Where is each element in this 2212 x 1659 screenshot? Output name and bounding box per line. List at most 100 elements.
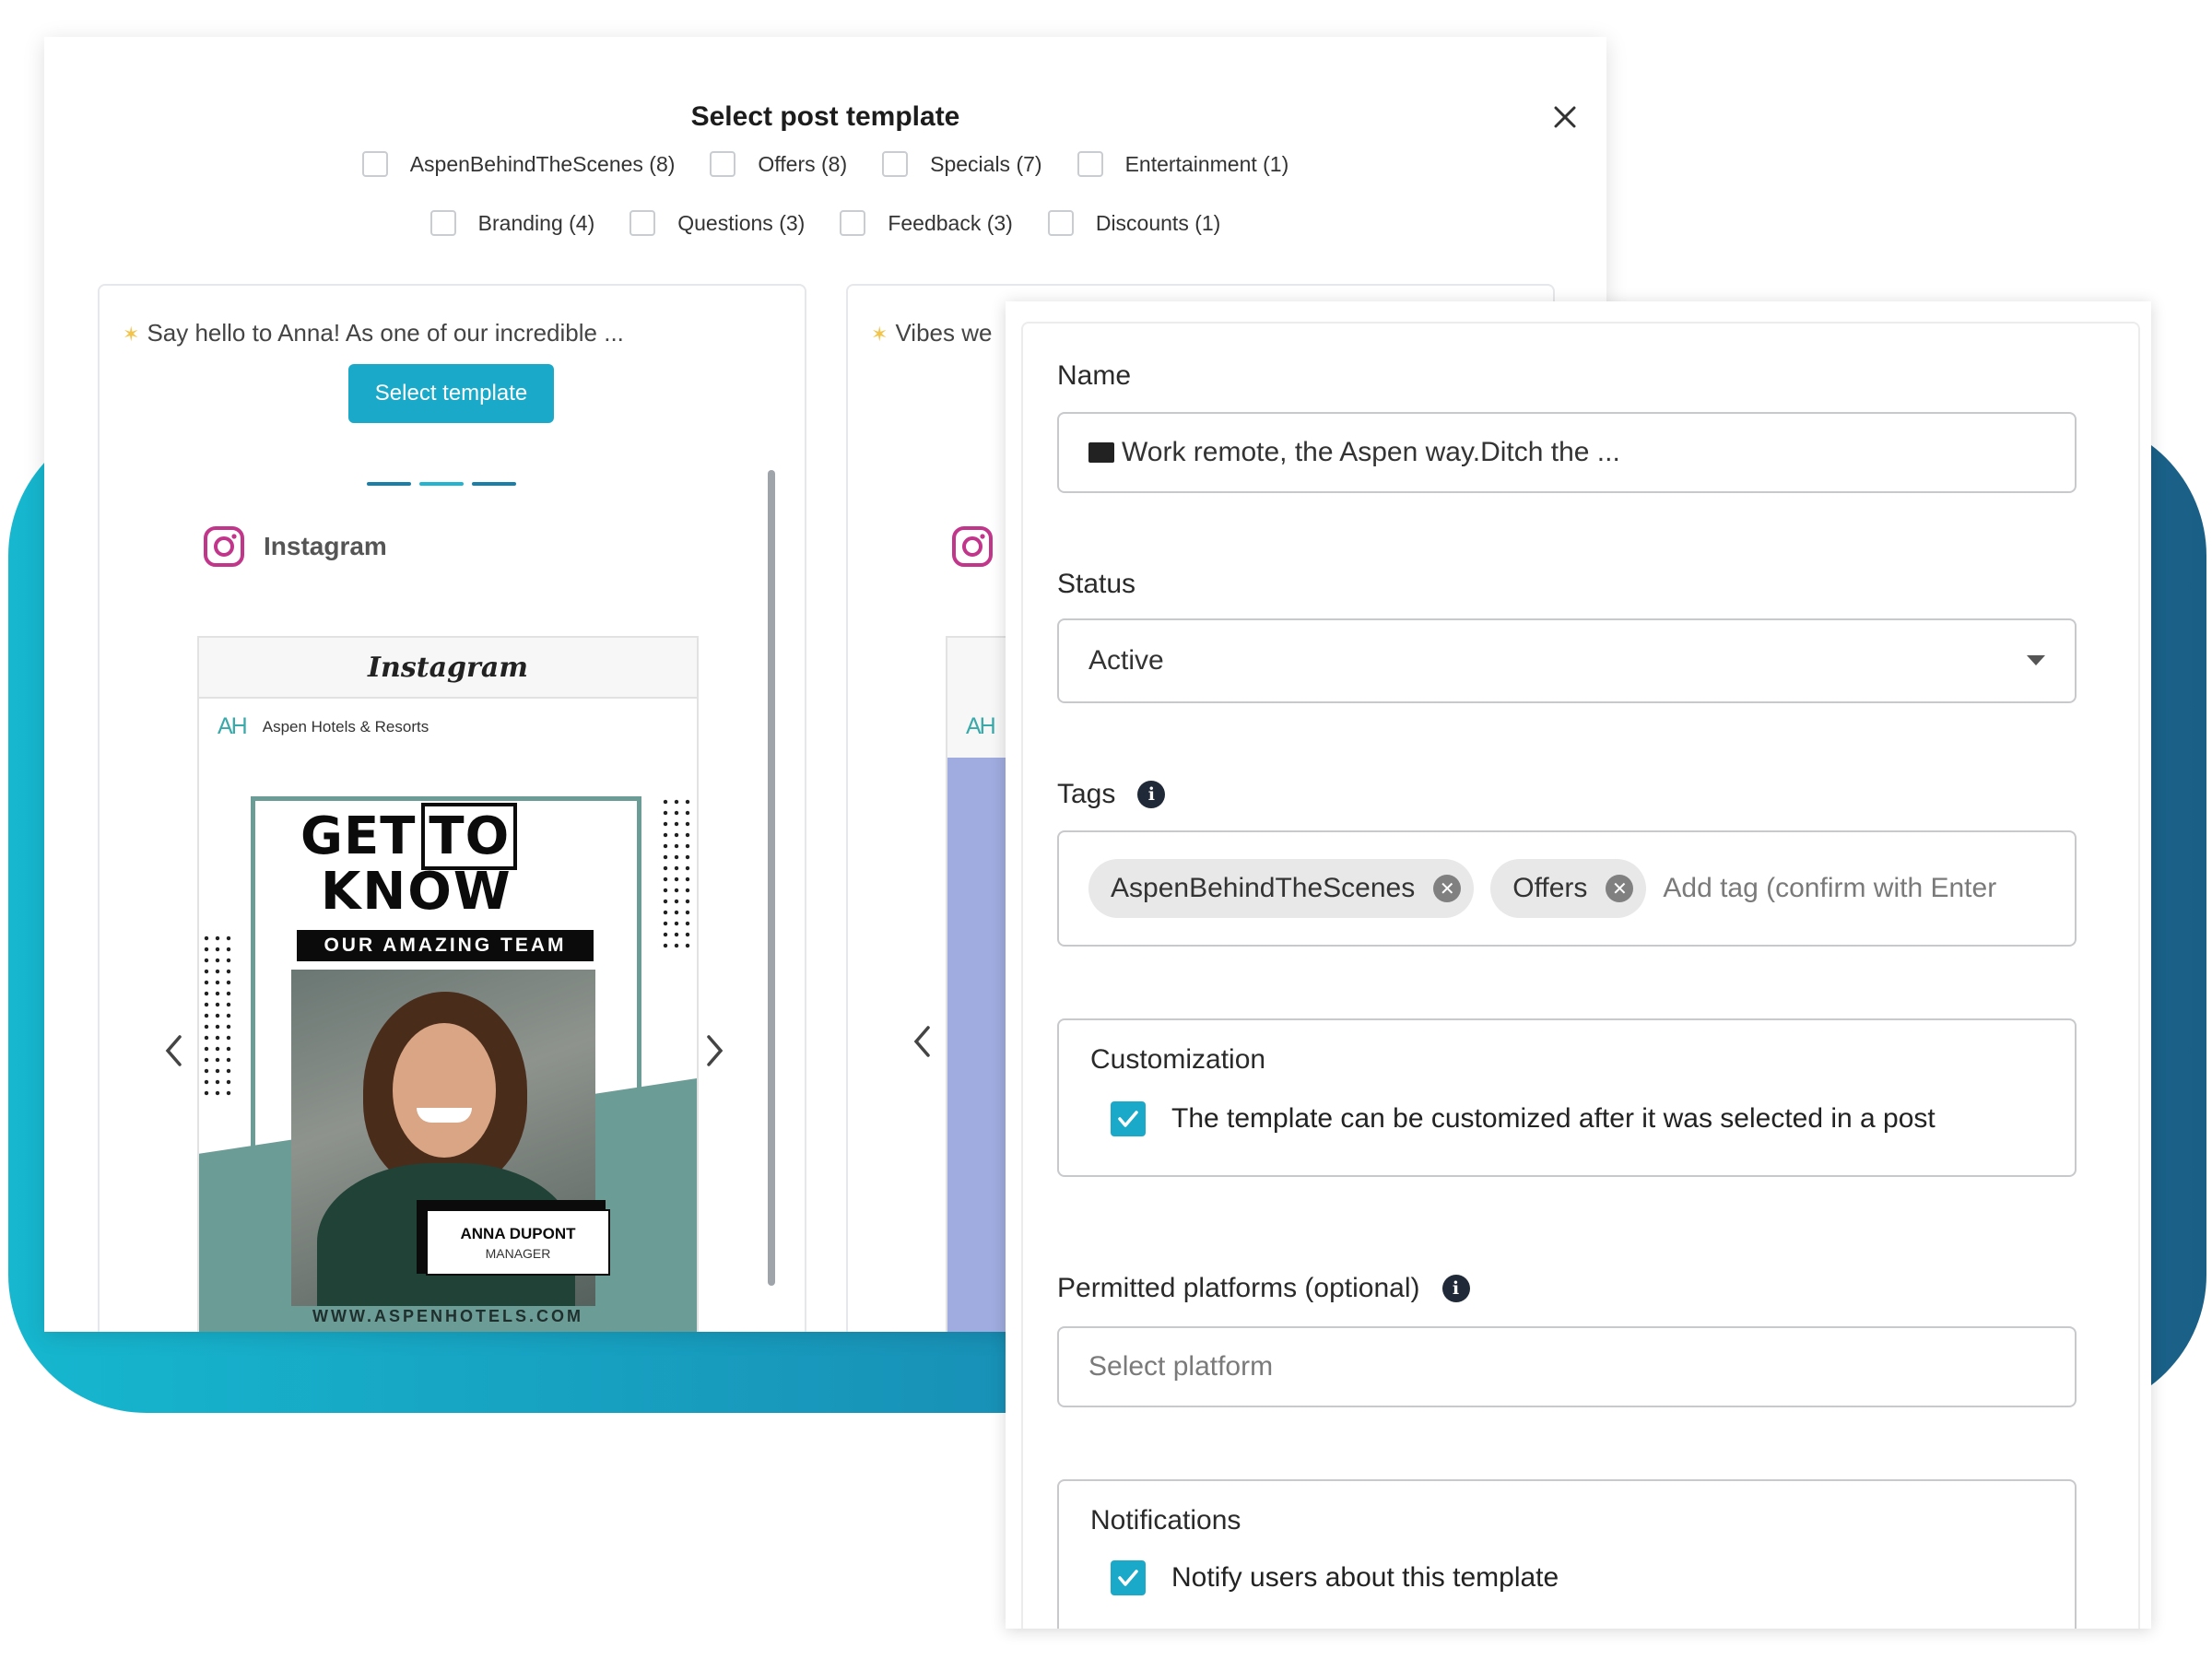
checkbox[interactable]	[882, 151, 909, 177]
account-logo: AH	[218, 713, 248, 739]
checkbox[interactable]	[1047, 210, 1074, 236]
customization-section: Customization The template can be custom…	[1057, 1018, 2077, 1177]
notifications-legend: Notifications	[1090, 1505, 1241, 1535]
platform-placeholder: Select platform	[1088, 1351, 1274, 1382]
platforms-label: Permitted platforms (optional) i	[1057, 1273, 1470, 1304]
dot-pattern	[660, 796, 695, 953]
remove-tag-icon[interactable]: ✕	[1606, 875, 1634, 902]
tags-label-text: Tags	[1057, 779, 1116, 809]
post-preview-header: Instagram	[199, 638, 697, 699]
filter-feedback[interactable]: Feedback (3)	[840, 210, 1013, 236]
status-value: Active	[1088, 645, 1164, 676]
chevron-right-icon[interactable]	[700, 1032, 728, 1069]
account-logo: AH	[966, 713, 996, 739]
name-input[interactable]: Work remote, the Aspen way.Ditch the ...	[1057, 412, 2077, 493]
filter-label: Offers (8)	[758, 151, 848, 176]
caption-text: Vibes we	[895, 319, 993, 347]
tag-input-placeholder[interactable]: Add tag (confirm with Enter	[1663, 873, 1996, 904]
name-label-text: Name	[1057, 360, 1132, 391]
filter-label: AspenBehindTheScenes (8)	[409, 151, 676, 176]
customization-checkbox[interactable]	[1111, 1101, 1146, 1136]
modal-title: Select post template	[690, 101, 960, 132]
sparkle-icon: ✶	[871, 323, 888, 346]
status-label-text: Status	[1057, 569, 1136, 599]
filter-branding[interactable]: Branding (4)	[429, 210, 595, 236]
platform-select[interactable]: Select platform	[1057, 1326, 2077, 1407]
filter-label: Entertainment (1)	[1124, 151, 1289, 176]
heading-word-boxed: TO	[421, 803, 518, 870]
filter-questions[interactable]: Questions (3)	[629, 210, 805, 236]
instagram-icon	[204, 526, 244, 567]
post-subheading: OUR AMAZING TEAM	[297, 930, 594, 961]
filter-entertainment[interactable]: Entertainment (1)	[1077, 151, 1289, 177]
template-caption: ✶ Vibes we	[871, 319, 992, 347]
checkbox[interactable]	[1077, 151, 1103, 177]
tag-chip-label: Offers	[1512, 873, 1588, 903]
card-scrollbar[interactable]	[768, 470, 775, 1286]
name-badge: ANNA DUPONT MANAGER	[426, 1209, 610, 1276]
chevron-left-icon[interactable]	[160, 1032, 188, 1069]
filter-label: Feedback (3)	[888, 210, 1013, 235]
carousel-dash[interactable]	[367, 482, 411, 486]
checkbox[interactable]	[710, 151, 736, 177]
dot-pattern	[201, 933, 236, 1099]
post-url: WWW.ASPENHOTELS.COM	[312, 1307, 583, 1325]
name-label: Name	[1057, 360, 1131, 392]
post-heading: GET TO	[300, 803, 518, 870]
checkbox[interactable]	[361, 151, 388, 177]
chevron-left-icon[interactable]	[909, 1023, 936, 1060]
filter-discounts[interactable]: Discounts (1)	[1047, 210, 1220, 236]
tag-filter-row: Branding (4) Questions (3) Feedback (3) …	[44, 210, 1606, 236]
filter-label: Questions (3)	[677, 210, 806, 235]
instagram-icon	[952, 526, 993, 567]
post-account: AH Aspen Hotels & Resorts	[218, 713, 429, 740]
name-input-value: Work remote, the Aspen way.Ditch the ...	[1122, 437, 1620, 467]
caption-text: Say hello to Anna! As one of our incredi…	[147, 319, 624, 347]
customization-checkbox-row[interactable]: The template can be customized after it …	[1111, 1101, 1936, 1136]
tags-label: Tags i	[1057, 779, 1166, 810]
filter-specials[interactable]: Specials (7)	[882, 151, 1042, 177]
carousel-dash[interactable]	[472, 482, 516, 486]
instagram-wordmark: Instagram	[368, 651, 528, 684]
info-icon[interactable]: i	[1441, 1275, 1470, 1302]
filter-offers[interactable]: Offers (8)	[710, 151, 847, 177]
platforms-label-text: Permitted platforms (optional)	[1057, 1273, 1420, 1303]
status-select[interactable]: Active	[1057, 618, 2077, 703]
tags-input[interactable]: AspenBehindTheScenes ✕ Offers ✕ Add tag …	[1057, 830, 2077, 947]
platform-header: Instagram	[203, 525, 387, 568]
filter-aspenbehindthescenes[interactable]: AspenBehindTheScenes (8)	[361, 151, 676, 177]
template-caption: ✶ Say hello to Anna! As one of our incred…	[123, 319, 624, 347]
photo-face	[393, 1023, 496, 1158]
carousel-indicator[interactable]	[367, 482, 516, 486]
notifications-text: Notify users about this template	[1171, 1562, 1559, 1593]
tag-chip[interactable]: AspenBehindTheScenes ✕	[1088, 859, 1475, 918]
template-form: Name Work remote, the Aspen way.Ditch th…	[1021, 322, 2140, 1629]
carousel-dash[interactable]	[419, 482, 464, 486]
account-name: Aspen Hotels & Resorts	[262, 717, 429, 735]
tag-chip-label: AspenBehindTheScenes	[1111, 873, 1416, 903]
heading-word: GET	[300, 806, 417, 866]
checkmark-icon	[1118, 1570, 1138, 1586]
filter-label: Branding (4)	[477, 210, 595, 235]
photo-smile	[417, 1108, 472, 1123]
checkbox[interactable]	[429, 210, 456, 236]
platform-label: Instagram	[264, 532, 387, 560]
checkbox[interactable]	[629, 210, 656, 236]
filter-label: Specials (7)	[930, 151, 1042, 176]
remove-tag-icon[interactable]: ✕	[1433, 875, 1462, 902]
customization-legend: Customization	[1090, 1044, 1266, 1075]
checkbox[interactable]	[840, 210, 866, 236]
checkmark-icon	[1118, 1111, 1138, 1127]
notifications-checkbox-row[interactable]: Notify users about this template	[1111, 1560, 1559, 1595]
tag-chip[interactable]: Offers ✕	[1490, 859, 1647, 918]
info-icon[interactable]: i	[1137, 781, 1166, 808]
status-label: Status	[1057, 569, 1135, 600]
template-edit-panel: Name Work remote, the Aspen way.Ditch th…	[1006, 301, 2151, 1629]
instagram-post-preview: Instagram AH Aspen Hotels & Resorts GET T…	[197, 636, 699, 1332]
close-icon[interactable]	[1551, 103, 1579, 131]
tag-filter-row: AspenBehindTheScenes (8) Offers (8) Spec…	[44, 151, 1606, 177]
notifications-checkbox[interactable]	[1111, 1560, 1146, 1595]
post-heading-line2: KNOW	[321, 862, 512, 922]
select-template-button[interactable]: Select template	[348, 364, 554, 423]
laptop-icon	[1088, 442, 1114, 463]
